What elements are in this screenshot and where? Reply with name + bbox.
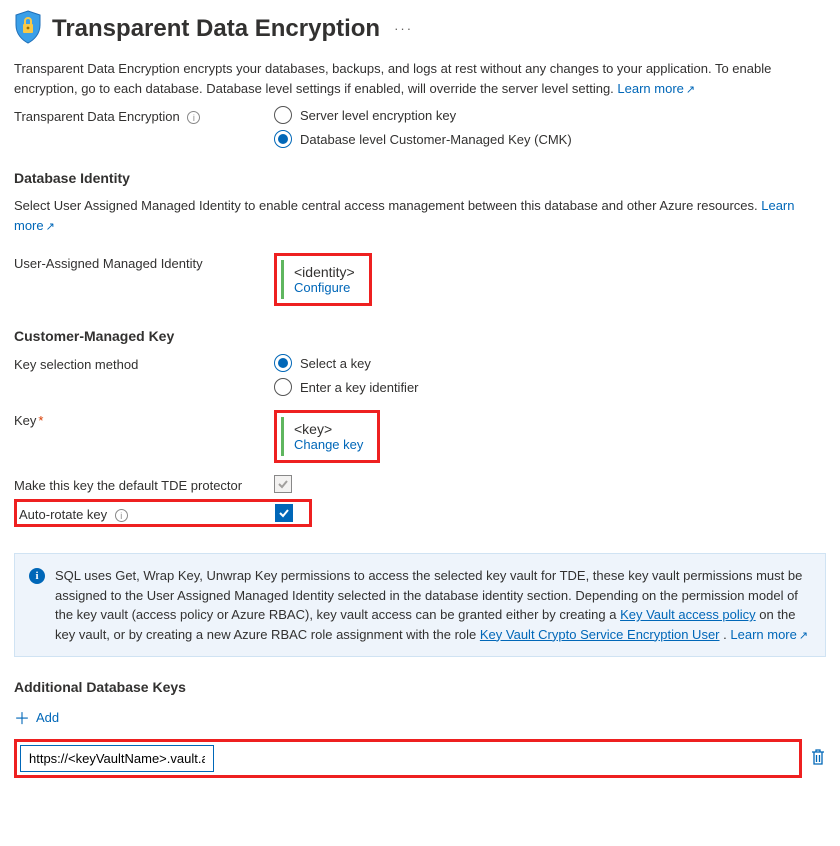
configure-identity-link[interactable]: Configure xyxy=(294,280,350,295)
info-icon: i xyxy=(29,568,45,584)
highlight-box xyxy=(14,739,802,778)
radio-icon xyxy=(274,106,292,124)
external-link-icon: ↗ xyxy=(46,221,55,233)
cmk-heading: Customer-Managed Key xyxy=(14,328,826,344)
uami-selection: <identity> Configure xyxy=(281,260,365,299)
external-link-icon: ↗ xyxy=(799,630,808,642)
key-selection-method-label: Key selection method xyxy=(14,354,274,372)
external-link-icon: ↗ xyxy=(686,84,695,96)
auto-rotate-key-label: Auto-rotate key i xyxy=(17,504,275,522)
intro-text: Transparent Data Encryption encrypts you… xyxy=(14,59,826,98)
tde-radio-group: Server level encryption key Database lev… xyxy=(274,106,572,148)
radio-icon xyxy=(274,130,292,148)
default-tde-protector-checkbox xyxy=(274,475,292,493)
more-actions-button[interactable]: ··· xyxy=(390,21,417,36)
trash-icon xyxy=(810,748,826,766)
learn-more-link[interactable]: Learn more↗ xyxy=(730,627,808,642)
change-key-link[interactable]: Change key xyxy=(294,437,363,452)
auto-rotate-key-checkbox[interactable] xyxy=(275,504,293,522)
key-selection-radio-group: Select a key Enter a key identifier xyxy=(274,354,419,396)
additional-key-input[interactable] xyxy=(20,745,214,772)
default-tde-protector-label: Make this key the default TDE protector xyxy=(14,475,274,493)
database-identity-desc: Select User Assigned Managed Identity to… xyxy=(14,196,826,235)
kv-access-policy-link[interactable]: Key Vault access policy xyxy=(620,607,756,622)
delete-key-button[interactable] xyxy=(810,748,826,769)
key-selection: <key> Change key xyxy=(281,417,373,456)
tde-label: Transparent Data Encryption i xyxy=(14,106,274,124)
key-label: Key* xyxy=(14,410,274,428)
radio-database-level-cmk[interactable]: Database level Customer-Managed Key (CMK… xyxy=(274,130,572,148)
info-icon[interactable]: i xyxy=(187,111,200,124)
highlight-box: <key> Change key xyxy=(274,410,380,463)
add-key-button[interactable]: ＋ Add xyxy=(14,705,826,729)
radio-enter-key-identifier[interactable]: Enter a key identifier xyxy=(274,378,419,396)
uami-label: User-Assigned Managed Identity xyxy=(14,253,274,271)
key-value: <key> xyxy=(294,421,363,437)
radio-select-a-key[interactable]: Select a key xyxy=(274,354,419,372)
page-header: Transparent Data Encryption ··· xyxy=(14,10,826,47)
page-title: Transparent Data Encryption xyxy=(52,15,380,43)
database-identity-heading: Database Identity xyxy=(14,170,826,186)
radio-icon xyxy=(274,354,292,372)
highlight-box: <identity> Configure xyxy=(274,253,372,306)
additional-keys-heading: Additional Database Keys xyxy=(14,679,826,695)
kv-crypto-role-link[interactable]: Key Vault Crypto Service Encryption User xyxy=(480,627,720,642)
info-callout: i SQL uses Get, Wrap Key, Unwrap Key per… xyxy=(14,553,826,657)
radio-server-level[interactable]: Server level encryption key xyxy=(274,106,572,124)
info-icon[interactable]: i xyxy=(115,509,128,522)
learn-more-link[interactable]: Learn more↗ xyxy=(617,81,695,96)
plus-icon: ＋ xyxy=(14,705,30,729)
uami-value: <identity> xyxy=(294,264,355,280)
radio-icon xyxy=(274,378,292,396)
shield-lock-icon xyxy=(14,10,42,47)
